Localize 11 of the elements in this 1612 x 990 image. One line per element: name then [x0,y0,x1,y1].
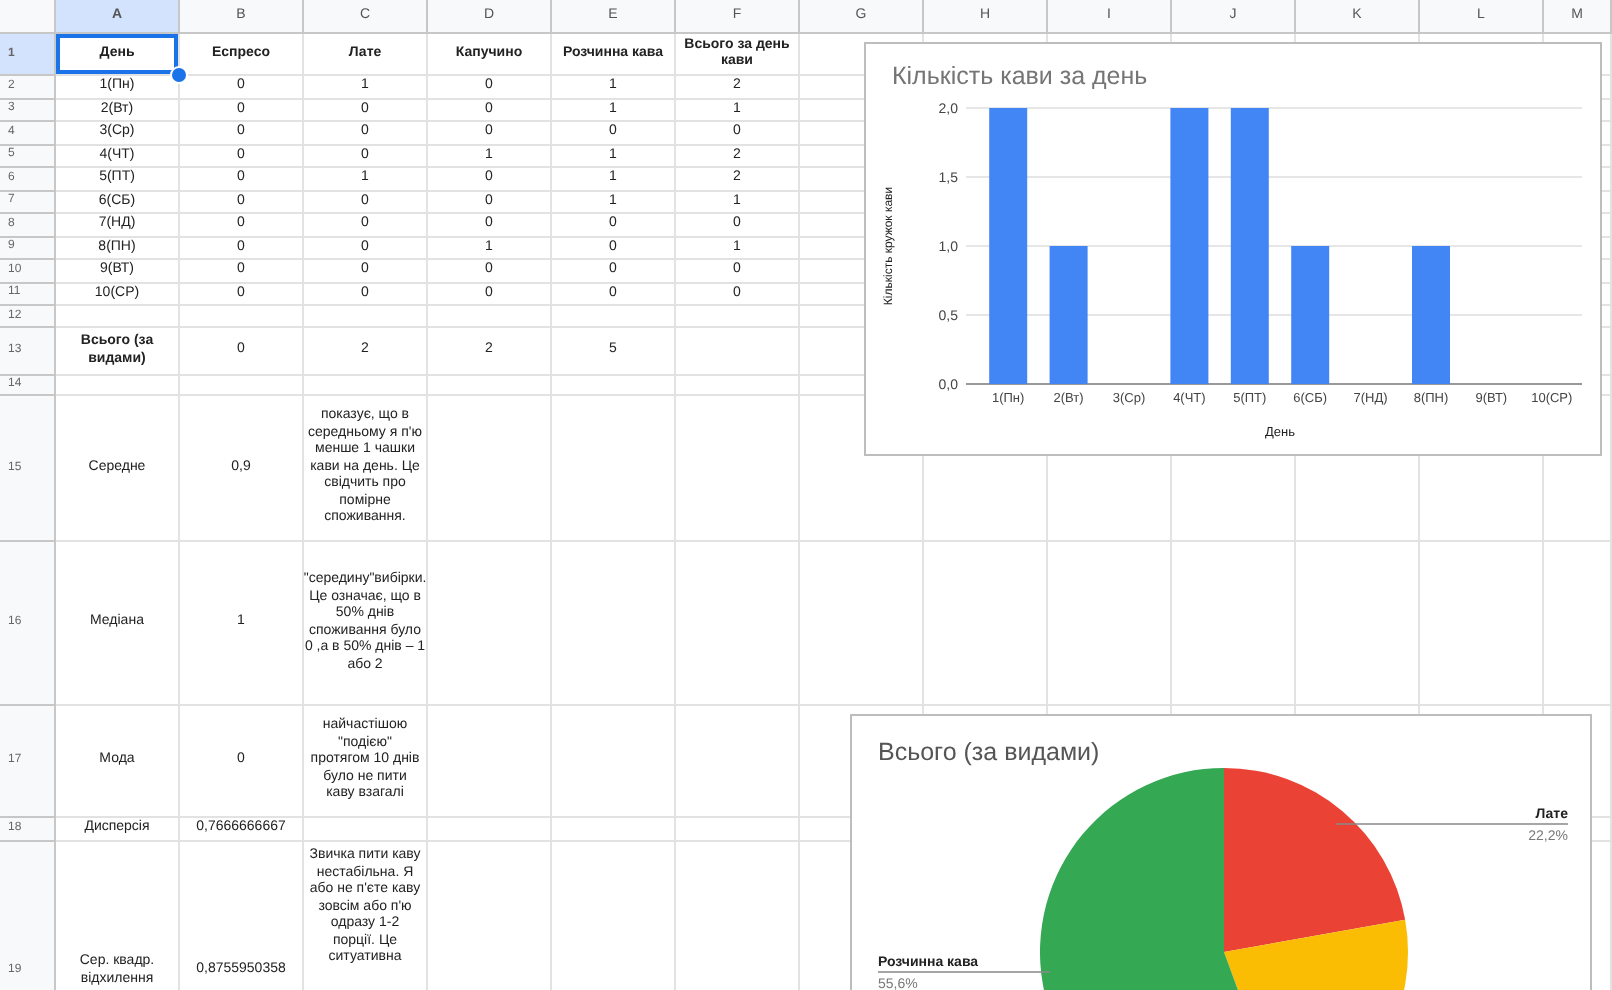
grid-cell [428,818,552,842]
fill-handle[interactable] [170,66,188,84]
bar [1412,246,1450,384]
chart-title: Всього (за видами) [878,738,1100,766]
grid-cell [552,818,676,842]
bar [1049,246,1088,384]
grid-cell [552,706,676,818]
grid-cell [676,706,800,818]
corner-cell[interactable] [0,0,56,34]
bar [1291,246,1330,384]
chart-title: Кількість кави за день [892,62,1148,90]
